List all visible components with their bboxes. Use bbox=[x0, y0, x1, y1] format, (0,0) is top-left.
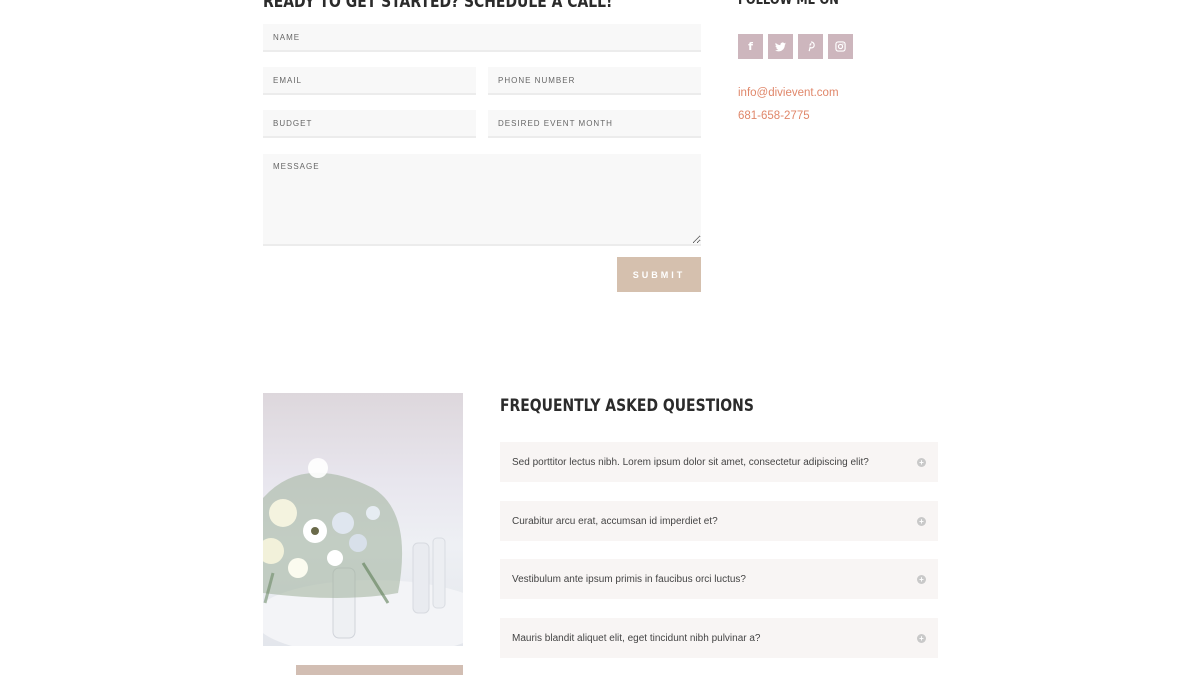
faq-item[interactable]: Sed porttitor lectus nibh. Lorem ipsum d… bbox=[500, 442, 938, 482]
name-input[interactable] bbox=[263, 24, 701, 52]
form-title: READY TO GET STARTED? SCHEDULE A CALL! bbox=[263, 0, 613, 12]
twitter-bird-glyph bbox=[775, 41, 786, 51]
instagram-glyph bbox=[835, 41, 846, 52]
social-icons: f bbox=[738, 34, 853, 59]
plus-icon[interactable]: + bbox=[917, 574, 926, 584]
submit-button[interactable]: SUBMIT bbox=[617, 257, 701, 292]
contact-email-link[interactable]: info@divievent.com bbox=[738, 87, 839, 99]
pinterest-icon[interactable] bbox=[798, 34, 823, 59]
faq-question: Mauris blandit aliquet elit, eget tincid… bbox=[512, 632, 761, 644]
flower-centerpiece-image bbox=[263, 393, 463, 646]
faq-question: Vestibulum ante ipsum primis in faucibus… bbox=[512, 573, 746, 585]
plus-icon[interactable]: + bbox=[917, 457, 926, 467]
plus-icon[interactable]: + bbox=[917, 633, 926, 643]
email-input[interactable] bbox=[263, 67, 476, 95]
instagram-icon[interactable] bbox=[828, 34, 853, 59]
flower-illustration bbox=[263, 458, 463, 646]
budget-input[interactable] bbox=[263, 110, 476, 138]
pinterest-glyph bbox=[808, 41, 815, 52]
twitter-icon[interactable] bbox=[768, 34, 793, 59]
message-textarea[interactable] bbox=[263, 154, 701, 246]
faq-item[interactable]: Vestibulum ante ipsum primis in faucibus… bbox=[500, 559, 938, 599]
faq-title: FREQUENTLY ASKED QUESTIONS bbox=[500, 396, 754, 416]
faq-item[interactable]: Mauris blandit aliquet elit, eget tincid… bbox=[500, 618, 938, 658]
faq-question: Sed porttitor lectus nibh. Lorem ipsum d… bbox=[512, 456, 869, 468]
follow-title: FOLLOW ME ON bbox=[738, 0, 839, 8]
image-accent-bar bbox=[296, 665, 463, 675]
faq-question: Curabitur arcu erat, accumsan id imperdi… bbox=[512, 515, 718, 527]
plus-icon[interactable]: + bbox=[917, 516, 926, 526]
facebook-icon[interactable]: f bbox=[738, 34, 763, 59]
event-month-input[interactable] bbox=[488, 110, 701, 138]
contact-phone-link[interactable]: 681-658-2775 bbox=[738, 110, 810, 122]
phone-input[interactable] bbox=[488, 67, 701, 95]
faq-item[interactable]: Curabitur arcu erat, accumsan id imperdi… bbox=[500, 501, 938, 541]
